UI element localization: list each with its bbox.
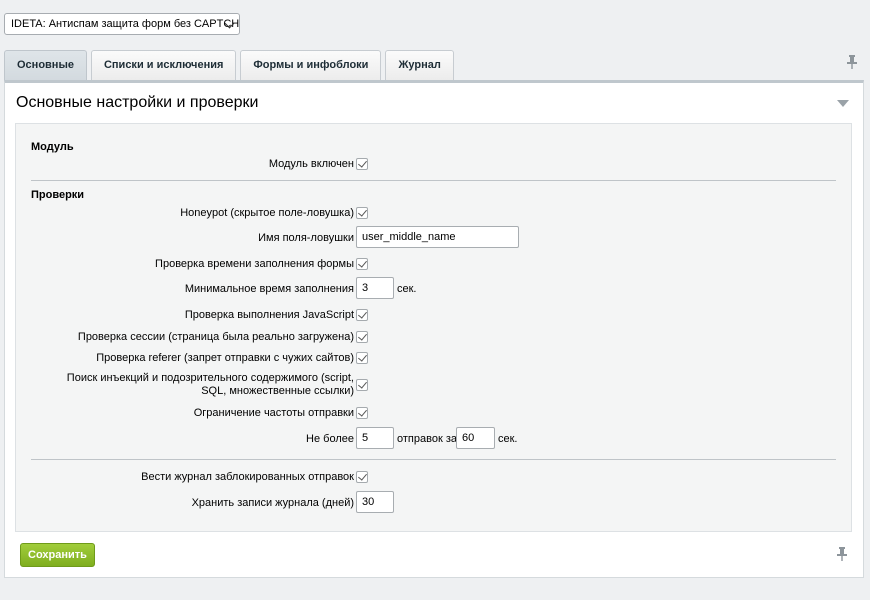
min-fill-time-input[interactable]: 3 bbox=[356, 277, 394, 299]
rate-limit-seconds-unit: сек. bbox=[498, 433, 518, 445]
pin-icon[interactable] bbox=[836, 547, 848, 561]
tab-main[interactable]: Основные bbox=[4, 50, 87, 80]
page-title-cutoff bbox=[0, 0, 870, 6]
module-select[interactable]: IDETA: Антиспам защита форм без CAPTCHA bbox=[4, 13, 240, 35]
settings-form: Модуль Модуль включен Проверки Honeypot … bbox=[15, 123, 852, 532]
js-check-checkbox[interactable] bbox=[356, 309, 368, 321]
tab-forms-infoblocks[interactable]: Формы и инфоблоки bbox=[240, 50, 382, 80]
section-title-module: Модуль bbox=[31, 141, 74, 153]
section-title-checks: Проверки bbox=[31, 189, 85, 201]
rate-limit-checkbox[interactable] bbox=[356, 407, 368, 419]
referer-check-checkbox[interactable] bbox=[356, 352, 368, 364]
log-retention-input[interactable]: 30 bbox=[356, 491, 394, 513]
tab-bar: Основные Списки и исключения Формы и инф… bbox=[4, 50, 458, 80]
session-check-label: Проверка сессии (страница была реально з… bbox=[77, 331, 354, 343]
log-blocked-checkbox[interactable] bbox=[356, 471, 368, 483]
honeypot-label: Honeypot (скрытое поле-ловушка) bbox=[180, 207, 354, 219]
divider bbox=[31, 459, 836, 460]
pin-icon[interactable] bbox=[846, 55, 858, 69]
injection-check-label: Поиск инъекций и подозрительного содержи… bbox=[66, 372, 354, 397]
trap-field-name-input[interactable]: user_middle_name bbox=[356, 226, 519, 248]
min-fill-time-unit: сек. bbox=[397, 283, 417, 295]
module-enabled-label: Модуль включен bbox=[268, 158, 354, 170]
fill-time-check-label: Проверка времени заполнения формы bbox=[155, 258, 354, 270]
divider bbox=[31, 180, 836, 181]
tab-lists-exceptions[interactable]: Списки и исключения bbox=[90, 50, 237, 80]
rate-limit-label: Ограничение частоты отправки bbox=[193, 407, 354, 419]
log-blocked-label: Вести журнал заблокированных отправок bbox=[141, 471, 354, 483]
module-select-value: IDETA: Антиспам защита форм без CAPTCHA bbox=[11, 18, 240, 30]
js-check-label: Проверка выполнения JavaScript bbox=[184, 309, 354, 321]
save-button[interactable]: Сохранить bbox=[20, 543, 95, 567]
rate-limit-mid-text: отправок за bbox=[397, 433, 457, 445]
rate-limit-seconds-input[interactable]: 60 bbox=[456, 427, 495, 449]
panel-title: Основные настройки и проверки bbox=[16, 94, 259, 111]
module-enabled-checkbox[interactable] bbox=[356, 158, 368, 170]
collapse-arrow-icon[interactable] bbox=[837, 100, 849, 107]
settings-panel: Основные настройки и проверки Модуль Мод… bbox=[4, 80, 864, 578]
injection-check-checkbox[interactable] bbox=[356, 379, 368, 391]
chevron-down-icon bbox=[219, 14, 239, 34]
min-fill-time-label: Минимальное время заполнения bbox=[184, 283, 354, 295]
rate-limit-count-input[interactable]: 5 bbox=[356, 427, 394, 449]
session-check-checkbox[interactable] bbox=[356, 331, 368, 343]
rate-limit-params-label: Не более bbox=[306, 433, 354, 445]
referer-check-label: Проверка referer (запрет отправки с чужи… bbox=[96, 352, 354, 364]
honeypot-checkbox[interactable] bbox=[356, 207, 368, 219]
fill-time-check-checkbox[interactable] bbox=[356, 258, 368, 270]
tab-log[interactable]: Журнал bbox=[385, 50, 454, 80]
log-retention-label: Хранить записи журнала (дней) bbox=[191, 497, 354, 509]
trap-field-name-label: Имя поля-ловушки bbox=[258, 232, 354, 244]
